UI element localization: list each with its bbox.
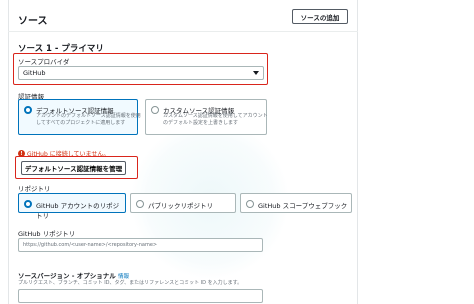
source-version-hint: プルリクエスト、ブランチ、コミット ID、タグ、またはリファレンスとコミット I… <box>18 280 243 286</box>
repository-label: リポジトリ <box>18 185 51 193</box>
source-provider-select[interactable]: GitHub <box>18 66 264 80</box>
option-title: GitHub スコープウェブフック <box>258 202 348 210</box>
custom-credentials-option[interactable]: カスタムソース認証情報 カスタムソース認証情報を使用してアカウントのデフォルト設… <box>145 99 268 135</box>
default-credentials-option[interactable]: デフォルトソース認証情報 アカウントのデフォルトソース認証情報を使用してすべての… <box>18 99 141 135</box>
github-repository-label: GitHub リポジトリ <box>18 230 76 238</box>
provider-label: ソースプロバイダ <box>18 58 70 66</box>
caret-down-icon <box>253 71 259 75</box>
radio-unselected-icon <box>136 200 144 208</box>
github-repository-input[interactable]: https://github.com/<user-name>/<reposito… <box>18 238 263 252</box>
radio-unselected-icon <box>151 106 159 114</box>
option-title: GitHub アカウントのリポジトリ <box>36 202 120 220</box>
option-description: カスタムソース認証情報を使用してアカウントのデフォルト設定を上書きします <box>163 113 268 126</box>
divider <box>8 31 358 32</box>
source-provider-value: GitHub <box>23 69 46 77</box>
radio-unselected-icon <box>246 200 254 208</box>
option-title: パブリックリポジトリ <box>148 202 213 210</box>
github-repository-placeholder: https://github.com/<user-name>/<reposito… <box>23 242 158 248</box>
radio-selected-icon <box>24 200 32 208</box>
radio-selected-icon <box>24 106 32 114</box>
manage-default-credentials-button[interactable]: デフォルトソース認証情報を管理 <box>21 161 126 175</box>
page-title: ソース <box>18 16 48 27</box>
repo-option-scoped-webhook[interactable]: GitHub スコープウェブフック <box>240 193 352 213</box>
add-source-button[interactable]: ソースの追加 <box>292 9 348 24</box>
repo-option-github-account[interactable]: GitHub アカウントのリポジトリ <box>18 193 126 220</box>
source-version-input[interactable] <box>18 289 263 303</box>
repo-option-public[interactable]: パブリックリポジトリ <box>130 193 236 213</box>
option-description: アカウントのデフォルトソース認証情報を使用してすべてのプロジェクトに適用します <box>36 113 141 126</box>
